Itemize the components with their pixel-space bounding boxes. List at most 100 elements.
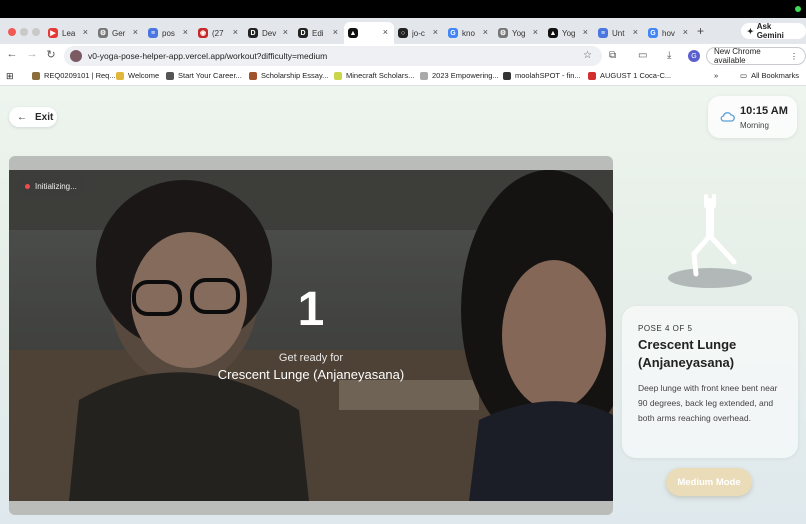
- tab-close-icon[interactable]: ×: [183, 27, 188, 37]
- tab-close-icon[interactable]: ×: [83, 27, 88, 37]
- browser-tab[interactable]: ▲ Yog ×: [544, 22, 594, 44]
- bookmark-favicon-icon: [166, 71, 174, 80]
- new-chrome-button[interactable]: New Chrome available ⋮: [706, 47, 806, 65]
- bookmark-favicon-icon: [503, 71, 511, 80]
- tab-close-icon[interactable]: ×: [483, 27, 488, 37]
- tab-close-icon[interactable]: ×: [583, 27, 588, 37]
- bookmark-label: Minecraft Scholars...: [346, 71, 415, 80]
- cast-icon[interactable]: ▭: [638, 50, 647, 61]
- apps-grid-icon[interactable]: ⊞: [6, 71, 14, 82]
- browser-tab[interactable]: ≡ pos ×: [144, 22, 194, 44]
- tab-strip: ▶ Lea × ⚙ Ger × ≡ pos × ◉ (27 × D Dev × D Edi × ▲ × ○ jo-c × Gk…: [0, 18, 806, 44]
- bookmark-favicon-icon: [32, 71, 40, 80]
- browser-tab[interactable]: Ghov ×: [644, 22, 694, 44]
- browser-tab[interactable]: ≡ Unt ×: [594, 22, 644, 44]
- more-menu-icon[interactable]: ⋮: [790, 52, 798, 61]
- camera-frame: Initializing... 1 Get ready for Crescent…: [9, 156, 613, 515]
- camera-feed: Initializing... 1 Get ready for Crescent…: [9, 170, 613, 501]
- status-badge: Initializing...: [17, 178, 85, 194]
- tab-label: Yog: [512, 28, 526, 38]
- bookmark-item[interactable]: Scholarship Essay...: [249, 71, 328, 80]
- pose-figure-illustration: [668, 194, 752, 288]
- tab-label: Yog: [562, 28, 576, 38]
- browser-tab[interactable]: D Edi ×: [294, 22, 344, 44]
- bookmarks-bar: ⊞ REQ0209101 | Req... Welcome Start Your C…: [0, 68, 806, 86]
- tab-label: Dev: [262, 28, 277, 38]
- minimize-window-icon[interactable]: [20, 28, 28, 36]
- browser-tab[interactable]: ○ jo-c ×: [394, 22, 444, 44]
- bookmark-label: AUGUST 1 Coca-C...: [600, 71, 672, 80]
- bookmark-item[interactable]: REQ0209101 | Req...: [32, 71, 116, 80]
- time-period: Morning: [740, 121, 769, 130]
- bookmark-label: 2023 Empowering...: [432, 71, 499, 80]
- bookmark-label: Start Your Career...: [178, 71, 242, 80]
- reload-icon[interactable]: ↻: [43, 48, 59, 61]
- exit-button[interactable]: ← Exit: [9, 107, 57, 127]
- forward-icon[interactable]: →: [24, 48, 40, 60]
- difficulty-mode-button[interactable]: Medium Mode: [666, 468, 752, 496]
- site-info-icon[interactable]: [70, 50, 82, 62]
- browser-tab[interactable]: Gkno ×: [444, 22, 494, 44]
- exit-label: Exit: [35, 111, 54, 123]
- bookmark-label: REQ0209101 | Req...: [44, 71, 116, 80]
- bookmark-star-icon[interactable]: ☆: [583, 50, 592, 61]
- profile-avatar[interactable]: G: [688, 50, 700, 62]
- bookmark-label: Welcome: [128, 71, 160, 80]
- browser-tab[interactable]: ▲ ×: [344, 22, 394, 44]
- tab-close-icon[interactable]: ×: [683, 27, 688, 37]
- browser-tab[interactable]: ⚙ Yog ×: [494, 22, 544, 44]
- browser-tab[interactable]: ⚙ Ger ×: [94, 22, 144, 44]
- download-icon[interactable]: ⤓: [667, 50, 671, 61]
- tab-close-icon[interactable]: ×: [633, 27, 638, 37]
- bookmark-item[interactable]: Welcome: [116, 71, 159, 80]
- tab-close-icon[interactable]: ×: [333, 27, 338, 37]
- browser-tab[interactable]: D Dev ×: [244, 22, 294, 44]
- back-icon[interactable]: ←: [4, 48, 20, 60]
- tab-favicon-icon: ≡: [148, 28, 158, 38]
- bookmarks-overflow-icon[interactable]: »: [714, 71, 718, 80]
- browser-tab[interactable]: ▶ Lea ×: [44, 22, 94, 44]
- bookmark-item[interactable]: 2023 Empowering...: [420, 71, 499, 80]
- bookmark-favicon-icon: [588, 71, 596, 80]
- gemini-sparkle-icon: ✦: [747, 26, 754, 36]
- extensions-icon[interactable]: ⧉: [609, 50, 616, 61]
- ask-gemini-button[interactable]: ✦ Ask Gemini: [741, 22, 806, 40]
- tab-label: Ger: [112, 28, 126, 38]
- close-window-icon[interactable]: [8, 28, 16, 36]
- tab-favicon-icon: ⚙: [98, 28, 108, 38]
- os-menu-bar: [0, 0, 806, 18]
- tab-close-icon[interactable]: ×: [233, 27, 238, 37]
- browser-toolbar: ← → ↻ v0-yoga-pose-helper-app.vercel.app…: [0, 44, 806, 68]
- bookmark-favicon-icon: [116, 71, 124, 80]
- maximize-window-icon[interactable]: [32, 28, 40, 36]
- time-card: 10:15 AM Morning: [708, 96, 797, 138]
- tab-favicon-icon: ○: [398, 28, 408, 38]
- bookmark-favicon-icon: [334, 71, 342, 80]
- bookmark-item[interactable]: Minecraft Scholars...: [334, 71, 414, 80]
- tab-close-icon[interactable]: ×: [383, 27, 388, 37]
- folder-icon: ▭: [740, 71, 748, 80]
- tab-favicon-icon: G: [648, 28, 658, 38]
- tab-close-icon[interactable]: ×: [283, 27, 288, 37]
- pose-description: Deep lunge with front knee bent near 90 …: [638, 383, 778, 423]
- tab-label: Unt: [612, 28, 625, 38]
- tab-label: (27: [212, 28, 224, 38]
- bookmark-item[interactable]: Start Your Career...: [166, 71, 242, 80]
- get-ready-text: Get ready for: [278, 352, 344, 364]
- address-bar[interactable]: v0-yoga-pose-helper-app.vercel.app/worko…: [64, 46, 602, 66]
- pose-info-card: POSE 4 OF 5 Crescent Lunge (Anjaneyasana…: [622, 306, 798, 458]
- tab-close-icon[interactable]: ×: [533, 27, 538, 37]
- tab-close-icon[interactable]: ×: [433, 27, 438, 37]
- tab-favicon-icon: ⚙: [498, 28, 508, 38]
- bookmark-favicon-icon: [249, 71, 257, 80]
- bookmark-item[interactable]: moolahSPOT - fin...: [503, 71, 581, 80]
- tab-favicon-icon: ▶: [48, 28, 58, 38]
- browser-tab[interactable]: ◉ (27 ×: [194, 22, 244, 44]
- tab-favicon-icon: D: [298, 28, 308, 38]
- all-bookmarks[interactable]: ▭ All Bookmarks: [740, 71, 799, 80]
- bookmark-item[interactable]: AUGUST 1 Coca-C...: [588, 71, 671, 80]
- new-tab-button[interactable]: +: [697, 24, 704, 38]
- upcoming-pose-name: Crescent Lunge (Anjaneyasana): [217, 367, 405, 382]
- tab-close-icon[interactable]: ×: [133, 27, 138, 37]
- ask-gemini-label: Ask Gemini: [756, 22, 784, 40]
